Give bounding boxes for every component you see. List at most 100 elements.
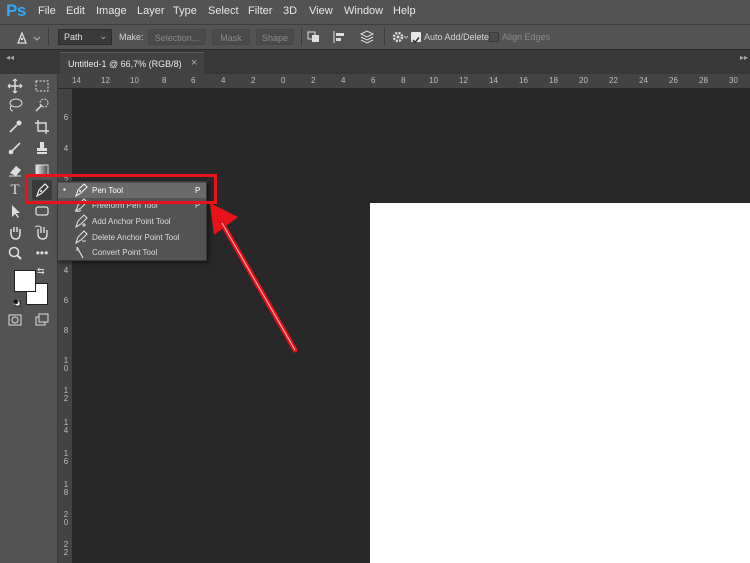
ruler-v-label: 4: [63, 426, 69, 435]
ruler-h-label: 14: [489, 76, 498, 85]
pen-icon: [17, 31, 41, 44]
flyout-item-label: Delete Anchor Point Tool: [92, 233, 180, 242]
menu-select[interactable]: Select: [208, 5, 239, 17]
selection-button[interactable]: Selection...: [148, 29, 206, 45]
flyout-item-label: Add Anchor Point Tool: [92, 217, 171, 226]
ruler-v-label: 4: [63, 144, 69, 153]
ruler-h-label: 20: [579, 76, 588, 85]
menu-type[interactable]: Type: [173, 5, 197, 17]
delete-anchor-point-icon: [75, 230, 88, 244]
ruler-h-label: 2: [311, 76, 316, 85]
gear-icon[interactable]: [391, 29, 409, 45]
ruler-v-label: 0: [63, 518, 69, 527]
ruler-h-label: 28: [699, 76, 708, 85]
ruler-h-label: 8: [401, 76, 406, 85]
ruler-v-label: 6: [63, 113, 69, 122]
default-colors-icon[interactable]: [12, 294, 21, 307]
flyout-item-delete-anchor-point-tool[interactable]: Delete Anchor Point Tool: [58, 230, 206, 245]
ruler-h-label: 12: [101, 76, 110, 85]
mode-select-value: Path: [64, 32, 83, 42]
foreground-color-swatch[interactable]: [14, 270, 36, 292]
add-anchor-point-icon: [75, 214, 88, 228]
ruler-v-label: 4: [63, 266, 69, 275]
horizontal-ruler: 14 12 10 8 6 4 2 0 2 4 6 8 10 12 14 16 1…: [58, 74, 750, 89]
document-canvas[interactable]: [370, 203, 750, 563]
flyout-item-label: Convert Point Tool: [92, 248, 158, 257]
more-tools-icon[interactable]: •••: [32, 243, 52, 263]
ruler-h-label: 0: [281, 76, 286, 85]
menu-filter[interactable]: Filter: [248, 5, 272, 17]
path-selection-tool-icon[interactable]: [5, 201, 25, 221]
zoom-tool-icon[interactable]: [5, 243, 25, 263]
ruler-v-label: 0: [63, 364, 69, 373]
mask-button[interactable]: Mask: [212, 29, 250, 45]
options-bar: Path ⌄ Make: Selection... Mask Shape Aut…: [0, 24, 750, 50]
chevron-down-icon: ⌄: [99, 31, 107, 41]
vertical-ruler: 6 4 2 0 2 4 6 8 1 0 1 2 1 4 1 6 1 8 2 0 …: [58, 89, 73, 563]
menu-image[interactable]: Image: [96, 5, 127, 17]
path-alignment-icon[interactable]: [331, 29, 349, 45]
path-arrangement-icon[interactable]: [358, 29, 376, 45]
ruler-h-label: 16: [519, 76, 528, 85]
move-tool-icon[interactable]: [5, 76, 25, 96]
flyout-item-add-anchor-point-tool[interactable]: Add Anchor Point Tool: [58, 214, 206, 229]
ruler-h-label: 6: [191, 76, 196, 85]
menu-file[interactable]: File: [38, 5, 56, 17]
stamp-tool-icon[interactable]: [32, 138, 52, 158]
make-label: Make:: [119, 32, 144, 42]
rectangle-tool-icon[interactable]: [32, 201, 52, 221]
ruler-v-label: 8: [63, 488, 69, 497]
menu-edit[interactable]: Edit: [66, 5, 85, 17]
swap-colors-icon[interactable]: ⇆: [37, 266, 45, 277]
screen-mode-icon[interactable]: [32, 310, 52, 330]
collapse-panel-icon[interactable]: ◂◂: [6, 53, 14, 62]
ruler-h-label: 2: [251, 76, 256, 85]
quick-mask-icon[interactable]: [5, 310, 25, 330]
align-edges-checkbox[interactable]: [489, 32, 499, 42]
crop-tool-icon[interactable]: [32, 117, 52, 137]
quick-selection-tool-icon[interactable]: [32, 95, 52, 115]
ruler-h-label: 10: [429, 76, 438, 85]
eyedropper-tool-icon[interactable]: [5, 117, 25, 137]
ruler-h-label: 14: [72, 76, 81, 85]
ruler-h-label: 26: [669, 76, 678, 85]
lasso-tool-icon[interactable]: [5, 95, 25, 115]
menu-bar: Ps File Edit Image Layer Type Select Fil…: [0, 0, 750, 24]
shape-button[interactable]: Shape: [256, 29, 294, 45]
eraser-tool-icon[interactable]: [5, 160, 25, 180]
menu-view[interactable]: View: [309, 5, 333, 17]
path-operations-icon[interactable]: [305, 29, 323, 45]
ruler-h-label: 18: [549, 76, 558, 85]
ruler-h-label: 6: [371, 76, 376, 85]
mode-select[interactable]: Path ⌄: [58, 29, 112, 45]
hand-tool-icon[interactable]: [5, 222, 25, 242]
menu-help[interactable]: Help: [393, 5, 416, 17]
ruler-h-label: 10: [130, 76, 139, 85]
type-tool-icon[interactable]: T: [5, 180, 25, 200]
marquee-tool-icon[interactable]: [32, 76, 52, 96]
annotation-highlight-box: [25, 174, 217, 204]
document-tab-title: Untitled-1 @ 66,7% (RGB/8): [68, 59, 182, 69]
menu-layer[interactable]: Layer: [137, 5, 165, 17]
document-tab[interactable]: Untitled-1 @ 66,7% (RGB/8) ×: [60, 52, 204, 75]
menu-window[interactable]: Window: [344, 5, 383, 17]
checkmark-icon: [412, 37, 420, 44]
auto-add-delete-label: Auto Add/Delete: [424, 32, 490, 42]
ruler-v-label: 2: [63, 548, 69, 557]
tool-preset-picker[interactable]: [10, 29, 41, 47]
ruler-h-label: 4: [341, 76, 346, 85]
ruler-h-label: 30: [729, 76, 738, 85]
flyout-item-convert-point-tool[interactable]: Convert Point Tool: [58, 245, 206, 260]
ruler-h-label: 24: [639, 76, 648, 85]
rotate-view-tool-icon[interactable]: [32, 222, 52, 242]
close-icon[interactable]: ×: [191, 57, 197, 69]
auto-add-delete-checkbox[interactable]: [411, 32, 421, 44]
align-edges-label: Align Edges: [502, 32, 551, 42]
ruler-v-label: 8: [63, 326, 69, 335]
menu-3d[interactable]: 3D: [283, 5, 297, 17]
convert-point-icon: [76, 246, 84, 259]
expand-panel-icon[interactable]: ▸▸: [740, 53, 748, 62]
brush-tool-icon[interactable]: [5, 138, 25, 158]
photoshop-logo: Ps: [6, 1, 26, 20]
ruler-h-label: 8: [162, 76, 167, 85]
